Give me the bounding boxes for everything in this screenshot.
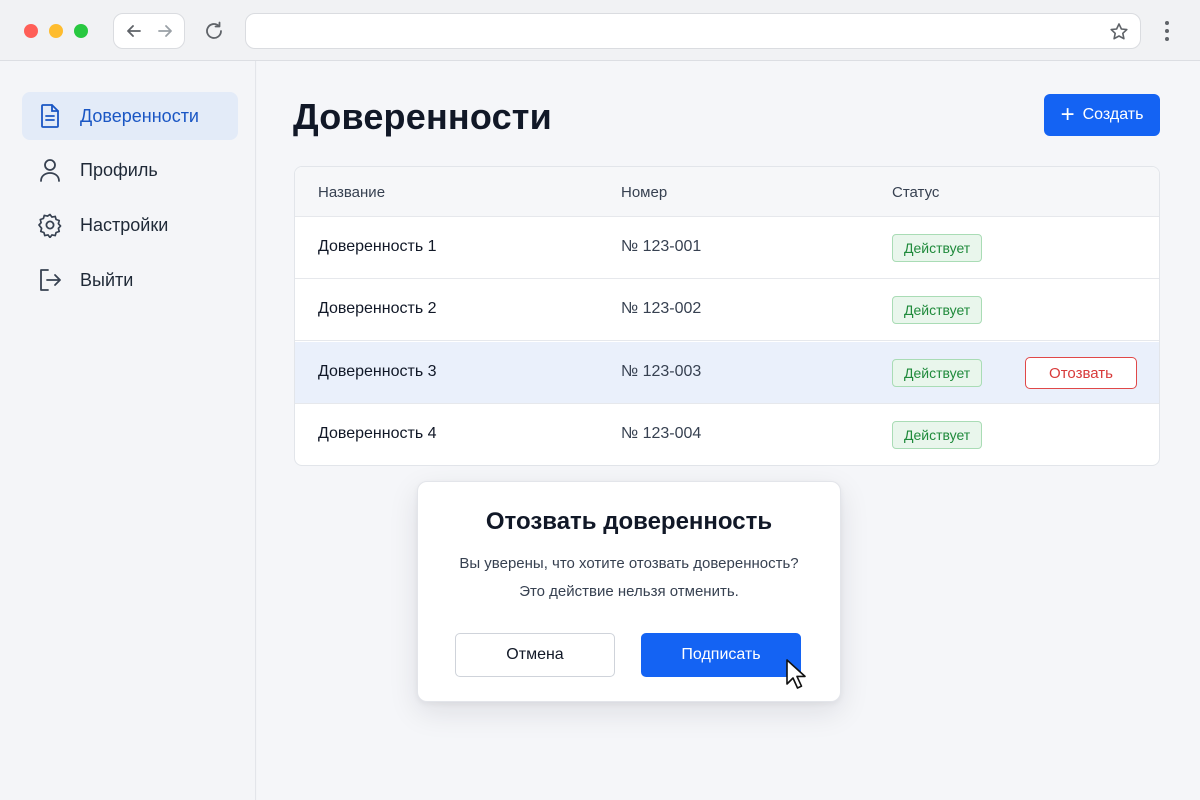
sidebar-item-label: Доверенности	[80, 105, 199, 126]
status-badge: Действует	[892, 296, 983, 324]
sidebar-item-label: Выйти	[80, 269, 134, 290]
back-button[interactable]	[120, 17, 148, 45]
row-name: Доверенность 1	[318, 238, 437, 255]
row-number: № 123-003	[621, 363, 702, 380]
menu-dot	[1165, 21, 1169, 25]
address-bar[interactable]	[245, 13, 1141, 49]
status-badge: Действует	[892, 359, 983, 387]
powers-table: Название Номер Статус Доверенность 1 № 1…	[294, 166, 1160, 466]
revoke-button[interactable]: Отозвать	[1025, 357, 1137, 389]
sidebar-item-label: Настройки	[80, 214, 169, 235]
arrow-right-icon	[157, 25, 172, 37]
sidebar-item-powers-of-attorney[interactable]: Доверенности	[22, 92, 238, 140]
dialog-title: Отозвать доверенность	[485, 508, 773, 535]
table-row[interactable]: Доверенность 3 № 123-003 Действует Отозв…	[295, 342, 1159, 404]
reload-button[interactable]	[200, 17, 228, 45]
table-header: Название Номер Статус	[295, 167, 1159, 217]
sidebar: Доверенности Профиль Настройки Выйти	[0, 61, 256, 800]
browser-toolbar	[0, 0, 1200, 61]
star-icon	[1110, 23, 1128, 40]
plus-icon: +	[1060, 101, 1075, 128]
sidebar-item-profile[interactable]: Профиль	[22, 146, 238, 194]
column-header-name: Название	[318, 184, 386, 201]
arrow-left-icon	[126, 25, 141, 37]
document-icon	[37, 103, 63, 129]
column-header-number: Номер	[621, 184, 668, 201]
table-row[interactable]: Доверенность 1 № 123-001 Действует	[295, 217, 1159, 279]
row-number: № 123-002	[621, 300, 702, 317]
window-minimize-button[interactable]	[49, 24, 63, 38]
cancel-button[interactable]: Отмена	[455, 633, 615, 677]
revoke-confirm-dialog: Отозвать доверенность Вы уверены, что хо…	[417, 481, 841, 702]
create-button[interactable]: + Создать	[1044, 94, 1160, 136]
dialog-message: Вы уверены, что хотите отозвать доверенн…	[459, 555, 799, 572]
create-button-label: Создать	[1082, 106, 1144, 123]
menu-dot	[1165, 37, 1169, 41]
row-name: Доверенность 4	[318, 425, 437, 442]
table-row[interactable]: Доверенность 4 № 123-004 Действует	[295, 404, 1159, 465]
row-name: Доверенность 3	[318, 363, 437, 380]
sidebar-item-logout[interactable]: Выйти	[22, 256, 238, 304]
dialog-warning: Это действие нельзя отменить.	[519, 583, 739, 600]
window-maximize-button[interactable]	[74, 24, 88, 38]
menu-dot	[1165, 29, 1169, 33]
bookmark-button[interactable]	[1108, 21, 1130, 43]
history-nav-group	[113, 13, 185, 49]
user-icon	[37, 157, 63, 183]
sidebar-item-settings[interactable]: Настройки	[22, 201, 238, 249]
browser-menu-button[interactable]	[1157, 18, 1177, 44]
row-name: Доверенность 2	[318, 300, 437, 317]
sidebar-item-label: Профиль	[80, 159, 158, 180]
table-row[interactable]: Доверенность 2 № 123-002 Действует	[295, 279, 1159, 341]
gear-icon	[37, 212, 63, 238]
reload-icon	[206, 21, 222, 39]
logout-icon	[37, 267, 63, 293]
status-badge: Действует	[892, 421, 983, 449]
url-input[interactable]	[260, 20, 1100, 42]
column-header-status: Статус	[892, 184, 940, 201]
forward-button[interactable]	[151, 17, 179, 45]
page-title: Доверенности	[293, 96, 552, 137]
row-number: № 123-004	[621, 425, 702, 442]
window-close-button[interactable]	[24, 24, 38, 38]
status-badge: Действует	[892, 234, 983, 262]
row-number: № 123-001	[621, 238, 702, 255]
sign-button[interactable]: Подписать	[641, 633, 801, 677]
